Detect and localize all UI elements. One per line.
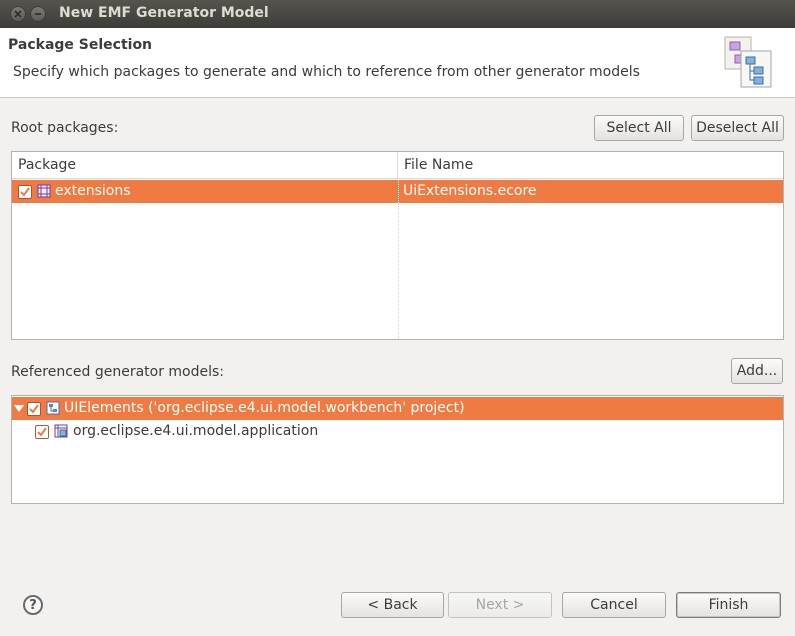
package-name: extensions (55, 183, 131, 199)
column-header-package[interactable]: Package (12, 152, 398, 179)
expand-arrow-icon[interactable] (14, 405, 24, 413)
minimize-window-button[interactable] (30, 6, 46, 22)
page-title: Package Selection (8, 37, 153, 53)
select-all-button[interactable]: Select All (594, 115, 684, 141)
wizard-header: Package Selection Specify which packages… (0, 28, 795, 98)
back-button[interactable]: < Back (341, 592, 444, 618)
close-icon (14, 10, 22, 18)
column-header-file-name[interactable]: File Name (398, 152, 783, 179)
deselect-all-button[interactable]: Deselect All (691, 115, 784, 141)
checkmark-icon (29, 404, 39, 414)
genpackage-icon (54, 424, 68, 438)
tree-item-application[interactable]: org.eclipse.e4.ui.model.application (12, 420, 783, 443)
wizard-banner-icon (724, 36, 772, 88)
tree-item-uielements[interactable]: UIElements ('org.eclipse.e4.ui.model.wor… (12, 397, 783, 420)
cell-divider (398, 180, 399, 203)
finish-button[interactable]: Finish (676, 592, 781, 618)
referenced-models-label: Referenced generator models: (11, 364, 225, 380)
page-description: Specify which packages to generate and w… (13, 64, 640, 80)
title-bar: New EMF Generator Model (0, 0, 795, 28)
genmodel-icon (46, 401, 60, 415)
file-name: UiExtensions.ecore (403, 183, 537, 199)
root-packages-label: Root packages: (11, 120, 119, 136)
window-title: New EMF Generator Model (59, 5, 269, 21)
tree-item-label: org.eclipse.e4.ui.model.application (73, 423, 319, 439)
add-button[interactable]: Add... (731, 358, 783, 384)
uielements-checkbox[interactable] (27, 402, 41, 416)
referenced-models-tree[interactable]: UIElements ('org.eclipse.e4.ui.model.wor… (11, 395, 784, 504)
application-checkbox[interactable] (35, 425, 49, 439)
root-packages-table[interactable]: Package File Name extensions UiExtension… (11, 151, 784, 340)
help-button[interactable]: ? (23, 595, 43, 615)
column-divider (398, 203, 399, 339)
cancel-button[interactable]: Cancel (562, 592, 666, 618)
table-row[interactable]: extensions UiExtensions.ecore (12, 180, 783, 203)
tree-item-label: UIElements ('org.eclipse.e4.ui.model.wor… (64, 400, 465, 416)
minimize-icon (35, 13, 41, 15)
epackage-icon (37, 184, 51, 198)
package-checkbox[interactable] (18, 185, 32, 199)
close-window-button[interactable] (10, 6, 26, 22)
checkmark-icon (37, 427, 47, 437)
next-button[interactable]: Next > (448, 592, 552, 618)
checkmark-icon (20, 187, 30, 197)
